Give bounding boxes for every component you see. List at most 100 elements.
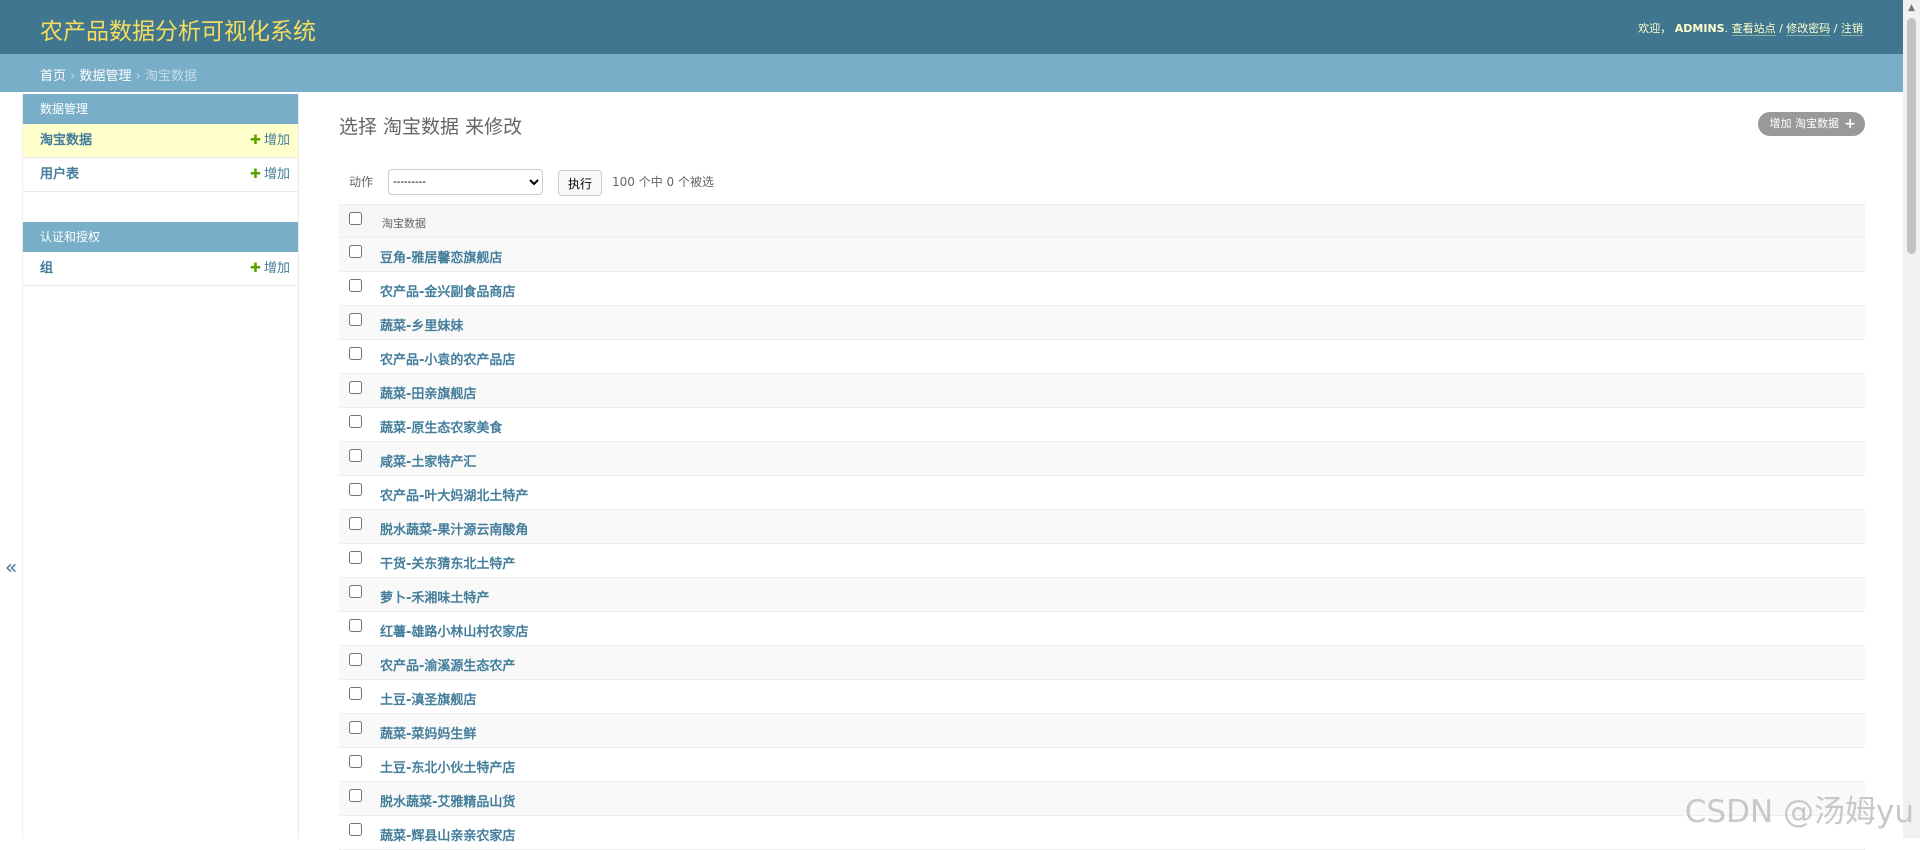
row-link[interactable]: 农产品-小袁的农产品店 [380,349,515,368]
table-row: 农产品-小袁的农产品店 [339,340,1865,374]
row-link[interactable]: 脱水蔬菜-艾雅精品山货 [380,791,515,810]
row-checkbox[interactable] [349,755,362,768]
action-select[interactable]: --------- [388,169,543,195]
row-link[interactable]: 蔬菜-乡里妹妹 [380,315,463,334]
row-checkbox[interactable] [349,823,362,836]
row-checkbox[interactable] [349,619,362,632]
table-row: 农产品-渝溪源生态农产 [339,646,1865,680]
breadcrumb-separator: › [131,69,145,84]
page-title: 选择 淘宝数据 来修改 [339,116,523,138]
breadcrumb-data-management[interactable]: 数据管理 [79,69,131,84]
scrollbar-thumb[interactable] [1907,18,1916,254]
table-row: 红薯-雄路小林山村农家店 [339,612,1865,646]
row-checkbox[interactable] [349,585,362,598]
logout-link[interactable]: 注销 [1841,22,1863,36]
select-all-checkbox[interactable] [349,212,362,225]
plus-icon: ✚ [250,261,261,276]
row-link[interactable]: 红薯-雄路小林山村农家店 [380,621,528,640]
breadcrumb-current: 淘宝数据 [144,69,197,84]
row-checkbox[interactable] [349,245,362,258]
row-link[interactable]: 农产品-叶大妈湖北土特产 [380,485,528,504]
row-link[interactable]: 脱水蔬菜-果汁源云南酸角 [380,519,528,538]
breadcrumb-home[interactable]: 首页 [40,69,66,84]
watermark: CSDN @汤姆yu [1684,794,1914,830]
table-row: 脱水蔬菜-艾雅精品山货 [339,782,1865,816]
table-row: 蔬菜-田亲旗舰店 [339,374,1865,408]
row-checkbox[interactable] [349,517,362,530]
module-data-management: 数据管理 淘宝数据 ✚ 增加 用户表 ✚ 增加 [23,94,298,192]
table-row: 咸菜-土家特产汇 [339,442,1865,476]
site-title[interactable]: 农产品数据分析可视化系统 [40,12,316,46]
collapse-icon[interactable]: « [5,555,17,579]
row-link[interactable]: 蔬菜-田亲旗舰店 [380,383,476,402]
row-checkbox[interactable] [349,279,362,292]
add-label: 增加 [263,133,290,148]
breadcrumb-separator: › [66,69,80,84]
sidebar-item-label[interactable]: 组 [40,261,53,276]
row-link[interactable]: 土豆-滇圣旗舰店 [380,689,476,708]
module-caption[interactable]: 数据管理 [23,94,298,124]
sidebar-item-label[interactable]: 用户表 [40,167,79,182]
row-link[interactable]: 萝卜-禾湘味土特产 [380,587,489,606]
plus-icon: + [1844,116,1856,132]
table-row: 脱水蔬菜-果汁源云南酸角 [339,510,1865,544]
user-tools: 欢迎， ADMINS. 查看站点 / 修改密码 / 注销 [1638,22,1863,36]
row-checkbox[interactable] [349,551,362,564]
row-link[interactable]: 蔬菜-辉县山亲亲农家店 [380,825,515,844]
row-checkbox[interactable] [349,381,362,394]
add-link[interactable]: ✚ 增加 [250,158,290,191]
header: 农产品数据分析可视化系统 欢迎， ADMINS. 查看站点 / 修改密码 / 注… [0,0,1903,54]
row-checkbox[interactable] [349,687,362,700]
row-checkbox[interactable] [349,721,362,734]
scroll-up-icon[interactable]: ▲ [1903,0,1920,17]
add-link[interactable]: ✚ 增加 [250,252,290,285]
actions-label: 动作 [349,175,374,189]
table-row: 蔬菜-辉县山亲亲农家店 [339,816,1865,850]
selection-counter: 100 个中 0 个被选 [612,175,714,189]
result-table: 淘宝数据 豆角-雅居馨恋旗舰店 农产品-金兴副食品商店 蔬菜-乡里妹妹农产品-小袁的… [339,204,1865,850]
row-link[interactable]: 咸菜-土家特产汇 [380,451,476,470]
sidebar-item-label[interactable]: 淘宝数据 [40,133,92,148]
view-site-link[interactable]: 查看站点 [1731,22,1776,36]
row-link[interactable]: 蔬菜-原生态农家美食 [380,417,502,436]
sidebar-item-groups[interactable]: 组 ✚ 增加 [23,252,298,286]
row-checkbox[interactable] [349,313,362,326]
table-row: 土豆-东北小伙土特产店 [339,748,1865,782]
module-auth: 认证和授权 组 ✚ 增加 [23,222,298,286]
scrollbar[interactable]: ▲ [1903,0,1920,838]
module-caption[interactable]: 认证和授权 [23,222,298,252]
add-link[interactable]: ✚ 增加 [250,124,290,157]
row-link[interactable]: 农产品-渝溪源生态农产 [380,655,515,674]
welcome-text: 欢迎， [1638,22,1672,35]
change-password-link[interactable]: 修改密码 [1786,22,1831,36]
separator: / [1830,22,1841,35]
row-checkbox[interactable] [349,653,362,666]
column-header[interactable]: 淘宝数据 [382,215,426,231]
table-row: 农产品-金兴副食品商店 [339,272,1865,306]
row-checkbox[interactable] [349,789,362,802]
add-label: 增加 [263,167,290,182]
table-header: 淘宝数据 [339,204,1865,238]
table-row: 蔬菜-菜妈妈生鲜 [339,714,1865,748]
table-row: 土豆-滇圣旗舰店 [339,680,1865,714]
plus-icon: ✚ [250,167,261,182]
sidebar-item-taobao-data[interactable]: 淘宝数据 ✚ 增加 [23,124,298,158]
row-link[interactable]: 农产品-金兴副食品商店 [380,281,515,300]
row-link[interactable]: 蔬菜-菜妈妈生鲜 [380,723,476,742]
sidebar-toggle[interactable]: « [0,92,23,838]
sidebar: 数据管理 淘宝数据 ✚ 增加 用户表 ✚ 增加 认证和授权 组 ✚ 增加 [23,92,299,838]
row-checkbox[interactable] [349,347,362,360]
sidebar-item-users[interactable]: 用户表 ✚ 增加 [23,158,298,192]
add-label: 增加 [263,261,290,276]
table-row: 蔬菜-乡里妹妹 [339,306,1865,340]
row-checkbox[interactable] [349,483,362,496]
table-row: 农产品-叶大妈湖北土特产 [339,476,1865,510]
separator: / [1775,22,1787,35]
add-taobao-data-button[interactable]: 增加 淘宝数据 + [1757,112,1865,136]
row-checkbox[interactable] [349,449,362,462]
run-action-button[interactable]: 执行 [558,170,602,196]
row-checkbox[interactable] [349,415,362,428]
row-link[interactable]: 豆角-雅居馨恋旗舰店 [380,247,502,266]
row-link[interactable]: 干货-关东猜东北土特产 [380,553,515,572]
row-link[interactable]: 土豆-东北小伙土特产店 [380,757,515,776]
